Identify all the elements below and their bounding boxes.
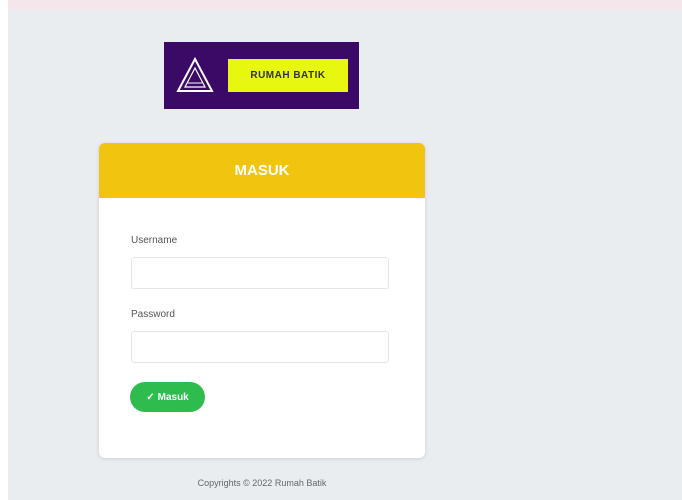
check-icon: ✓ [146, 391, 155, 403]
password-input[interactable] [131, 331, 389, 363]
login-button[interactable]: ✓ Masuk [130, 382, 205, 412]
login-card: MASUK Username Password ✓ Masuk [99, 143, 425, 458]
copyright-footer: Copyrights © 2022 Rumah Batik [197, 478, 327, 488]
login-button-label: Masuk [157, 391, 189, 403]
login-title: MASUK [99, 143, 425, 198]
password-label: Password [131, 309, 175, 320]
brand-logo: RUMAH BATIK [164, 42, 359, 109]
triangle-emblem-icon [176, 56, 214, 92]
brand-name: RUMAH BATIK [228, 59, 348, 92]
username-label: Username [131, 235, 178, 246]
username-input[interactable] [131, 257, 389, 289]
top-strip [8, 0, 682, 10]
